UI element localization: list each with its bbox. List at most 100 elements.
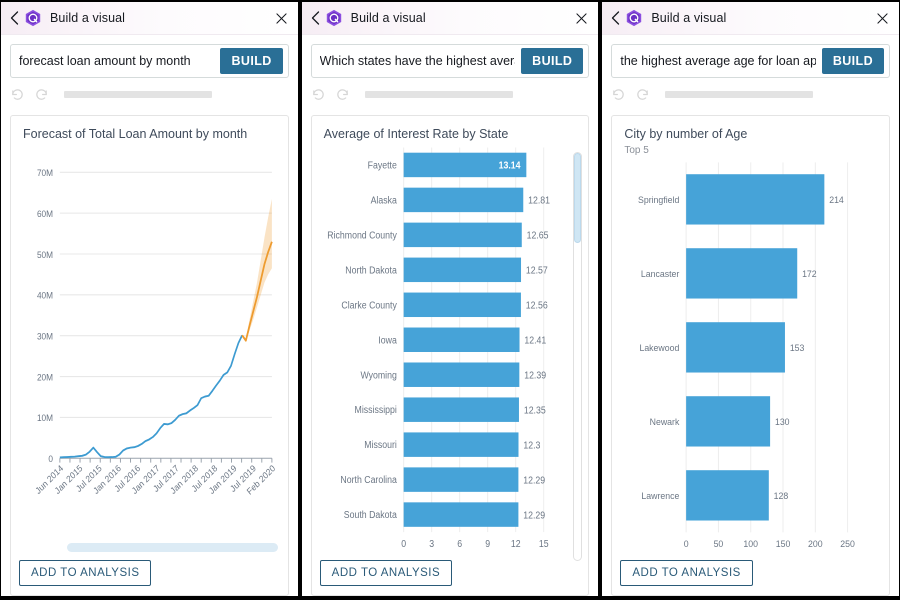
svg-text:13.14: 13.14 — [498, 160, 521, 170]
visual-title: City by number of Age — [624, 127, 748, 141]
q-build-visual-screen: Build a visual BUILD Forecast of Total L… — [0, 0, 900, 600]
svg-text:172: 172 — [802, 269, 817, 279]
build-button[interactable]: BUILD — [521, 48, 584, 74]
question-bar: BUILD — [10, 44, 289, 78]
chevron-left-icon[interactable] — [309, 10, 322, 26]
svg-text:Lancaster: Lancaster — [641, 269, 679, 279]
svg-text:250: 250 — [841, 539, 856, 549]
redo-icon[interactable] — [635, 87, 650, 102]
svg-text:Springfield: Springfield — [638, 195, 679, 205]
svg-text:Lakewood: Lakewood — [640, 343, 680, 353]
topic-placeholder-bar — [64, 90, 212, 98]
quicksight-q-logo-icon — [325, 9, 343, 27]
svg-text:40M: 40M — [37, 290, 53, 301]
visual-card: City by number of Age Top 5 0 50 100 150 200… — [611, 115, 891, 596]
add-to-analysis-button[interactable]: ADD TO ANALYSIS — [319, 560, 453, 586]
visual-card: Average of Interest Rate by State 0 3 6 9 12… — [310, 115, 590, 596]
svg-text:6: 6 — [457, 539, 462, 549]
svg-text:Missouri: Missouri — [364, 440, 397, 450]
close-icon[interactable] — [274, 11, 289, 26]
question-bar: BUILD — [310, 44, 590, 78]
quicksight-q-logo-icon — [24, 9, 42, 27]
svg-text:153: 153 — [790, 343, 805, 353]
panel-header: Build a visual — [602, 2, 900, 35]
bar-chart-city-age: 0 50 100 150 200 250 Springfield 214 Lancaster 17… — [620, 156, 881, 560]
bar-chart-interest-rate: 0 3 6 9 12 15 Fayette 13.14 Alaska 12.81 Richmond … — [320, 141, 581, 560]
line-chart: 0 10M 20M 30M 40M 50M 60M 70M Jun 2014 Jan 2015 Ju… — [19, 141, 280, 543]
svg-text:Lawrence: Lawrence — [642, 491, 680, 501]
chevron-left-icon[interactable] — [609, 10, 622, 26]
svg-text:12.39: 12.39 — [524, 370, 546, 380]
svg-text:10M: 10M — [37, 413, 53, 424]
svg-text:200: 200 — [808, 539, 823, 549]
close-icon[interactable] — [574, 11, 589, 26]
redo-icon[interactable] — [335, 87, 350, 102]
add-to-analysis-button[interactable]: ADD TO ANALYSIS — [19, 560, 152, 586]
svg-text:South Dakota: South Dakota — [343, 510, 397, 520]
build-button[interactable]: BUILD — [220, 48, 283, 74]
svg-text:60M: 60M — [37, 209, 53, 220]
question-bar: BUILD — [611, 44, 891, 78]
topic-placeholder-bar — [364, 90, 513, 98]
svg-text:Iowa: Iowa — [378, 335, 397, 345]
svg-text:30M: 30M — [37, 331, 53, 342]
panel-header: Build a visual — [1, 2, 298, 35]
svg-text:12.41: 12.41 — [524, 335, 546, 345]
svg-text:12.3: 12.3 — [523, 440, 540, 450]
svg-text:Wyoming: Wyoming — [360, 370, 396, 380]
svg-text:50M: 50M — [37, 249, 53, 260]
svg-text:128: 128 — [774, 491, 789, 501]
svg-text:9: 9 — [485, 539, 490, 549]
svg-text:3: 3 — [429, 539, 434, 549]
undo-redo-toolbar — [10, 85, 289, 103]
vertical-scrollbar-thumb[interactable] — [574, 153, 582, 243]
svg-text:100: 100 — [744, 539, 759, 549]
svg-text:0: 0 — [684, 539, 689, 549]
search-input[interactable] — [311, 46, 522, 76]
build-button[interactable]: BUILD — [821, 48, 885, 74]
vertical-scrollbar[interactable] — [573, 152, 583, 561]
svg-text:12.29: 12.29 — [523, 475, 545, 485]
undo-redo-toolbar — [611, 85, 890, 103]
svg-text:Newark: Newark — [650, 417, 680, 427]
page-title: Build a visual — [50, 11, 126, 25]
undo-icon[interactable] — [311, 87, 326, 102]
chevron-left-icon[interactable] — [8, 10, 21, 26]
page-title: Build a visual — [350, 11, 426, 25]
svg-text:North Dakota: North Dakota — [345, 265, 397, 275]
undo-redo-toolbar — [311, 85, 590, 103]
visual-card: Forecast of Total Loan Amount by month 0… — [10, 115, 289, 596]
svg-text:North Carolina: North Carolina — [340, 475, 397, 485]
add-to-analysis-button[interactable]: ADD TO ANALYSIS — [620, 560, 753, 586]
svg-text:12: 12 — [510, 539, 520, 549]
svg-text:Mississippi: Mississippi — [354, 405, 396, 415]
svg-text:0: 0 — [48, 454, 53, 465]
svg-text:15: 15 — [539, 539, 549, 549]
panel-interest-rate: Build a visual BUILD Average of Interest… — [301, 2, 599, 596]
svg-text:50: 50 — [714, 539, 724, 549]
svg-text:Alaska: Alaska — [370, 195, 397, 205]
svg-text:12.57: 12.57 — [526, 265, 548, 275]
visual-title: Forecast of Total Loan Amount by month — [23, 127, 248, 141]
svg-text:12.29: 12.29 — [523, 510, 545, 520]
undo-icon[interactable] — [611, 87, 626, 102]
search-input[interactable] — [11, 46, 221, 76]
topic-placeholder-bar — [665, 90, 814, 98]
panel-header: Build a visual — [301, 2, 599, 35]
svg-text:12.65: 12.65 — [526, 230, 548, 240]
svg-text:Fayette: Fayette — [367, 160, 396, 170]
panel-forecast: Build a visual BUILD Forecast of Total L… — [1, 2, 298, 596]
quicksight-q-logo-icon — [625, 9, 643, 27]
svg-text:12.35: 12.35 — [524, 405, 546, 415]
undo-icon[interactable] — [10, 87, 25, 102]
svg-text:12.56: 12.56 — [525, 300, 547, 310]
horizontal-scrollbar[interactable] — [67, 543, 278, 552]
search-input[interactable] — [612, 46, 822, 76]
svg-text:Clarke County: Clarke County — [341, 300, 397, 310]
svg-text:214: 214 — [830, 195, 845, 205]
svg-text:12.81: 12.81 — [528, 195, 550, 205]
svg-text:0: 0 — [401, 539, 406, 549]
visual-subtitle: Top 5 — [624, 145, 649, 156]
redo-icon[interactable] — [34, 87, 49, 102]
close-icon[interactable] — [875, 11, 890, 26]
